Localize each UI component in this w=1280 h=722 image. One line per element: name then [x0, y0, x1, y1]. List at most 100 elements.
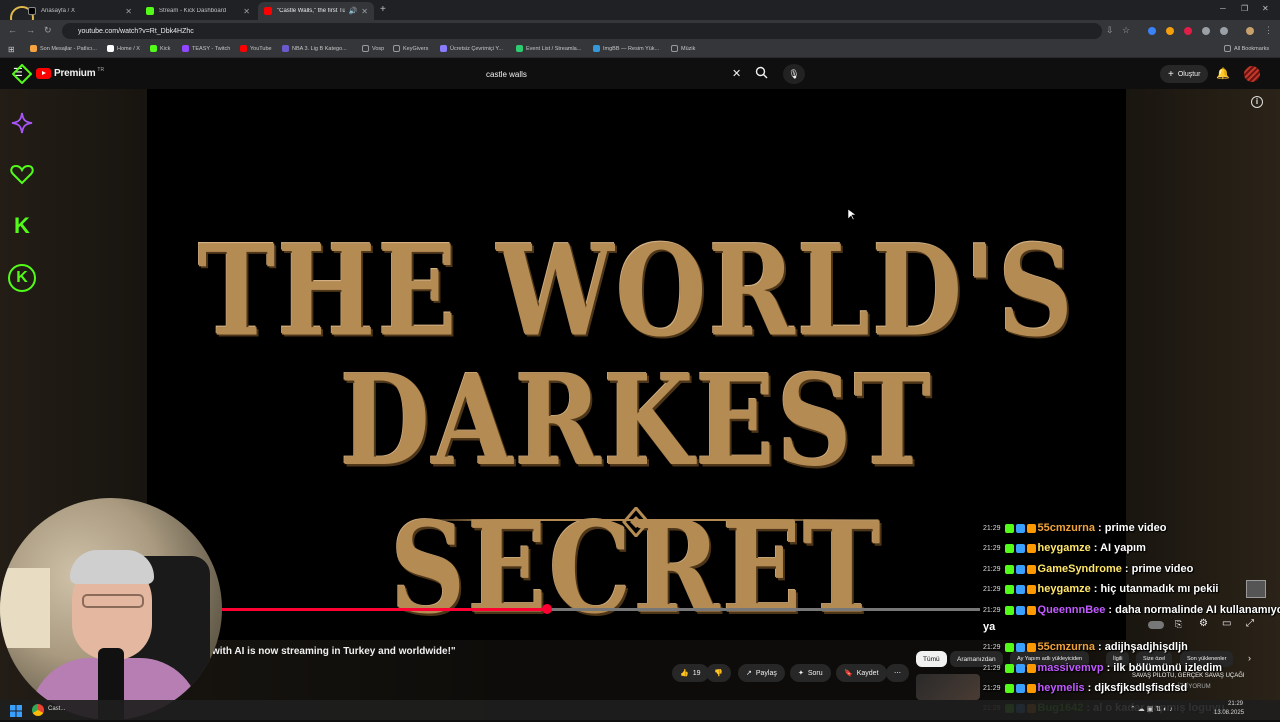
chat-username[interactable]: heygamze: [1038, 583, 1091, 595]
bookmark-item[interactable]: Son Mesajlar - Patlıcı...: [30, 45, 97, 52]
windows-start-icon[interactable]: [10, 704, 22, 717]
extension-icon[interactable]: [1202, 27, 1210, 35]
bookmark-label: All Bookmarks: [1234, 45, 1270, 52]
chrome-taskbar-icon[interactable]: [32, 704, 44, 716]
chat-badge-icon: [1015, 605, 1025, 615]
bookmark-favicon-icon: [30, 45, 37, 52]
video-progress-bar[interactable]: [220, 604, 980, 614]
voice-search-icon[interactable]: 🎙: [783, 64, 805, 84]
clear-search-icon[interactable]: ✕: [732, 67, 741, 80]
chip-all[interactable]: Tümü: [916, 651, 947, 667]
bookmark-label: KeyGivers: [403, 45, 429, 52]
like-button[interactable]: 👍 19: [672, 664, 709, 682]
save-button[interactable]: 🔖 Kaydet: [836, 664, 887, 682]
address-bar[interactable]: youtube.com/watch?v=Rt_Dbk4HZhc: [62, 23, 1102, 39]
forward-icon[interactable]: →: [26, 25, 35, 35]
info-icon[interactable]: i: [1251, 96, 1263, 108]
restore-icon[interactable]: ❐: [1241, 4, 1248, 13]
bookmark-item[interactable]: Müzik: [671, 45, 695, 52]
chrome-taskbar-label[interactable]: Cast...: [48, 706, 65, 712]
mouse-cursor-icon: [847, 208, 857, 226]
close-tab-icon[interactable]: ✕: [243, 7, 250, 16]
youtube-play-icon: [36, 68, 51, 79]
chat-username[interactable]: heymelis: [1038, 682, 1085, 694]
tab-kick-dashboard[interactable]: Stream - Kick Dashboard ✕: [140, 2, 256, 20]
bookmark-item[interactable]: YouTube: [240, 45, 272, 52]
chat-username[interactable]: GameSyndrome: [1038, 563, 1122, 575]
more-actions-button[interactable]: ⋯: [886, 664, 909, 682]
chat-username[interactable]: 55cmzurna: [1038, 641, 1095, 653]
all-bookmarks-button[interactable]: All Bookmarks: [1224, 45, 1269, 52]
chat-username[interactable]: QueennnBee: [1038, 604, 1106, 616]
kick-circle-icon[interactable]: K: [8, 264, 36, 292]
speaker-icon[interactable]: 🔊: [349, 7, 358, 15]
bookmark-star-icon[interactable]: ☆: [1122, 25, 1130, 36]
close-tab-icon[interactable]: ✕: [125, 7, 132, 16]
chat-timestamp: 21:29: [983, 585, 1001, 593]
search-icon[interactable]: [755, 66, 768, 84]
ask-button[interactable]: ✦ Soru: [790, 664, 831, 682]
bookmark-item[interactable]: ImgBB — Resim Yük...: [593, 45, 659, 52]
new-tab-button[interactable]: +: [380, 4, 386, 15]
extension-icon[interactable]: [1220, 27, 1228, 35]
chat-username[interactable]: massivemvp: [1038, 662, 1104, 674]
bookmark-favicon-icon: [440, 45, 447, 52]
back-icon[interactable]: ←: [8, 25, 17, 35]
tray-icons[interactable]: ⌃ ☁ ▣ ⇅ ◐ ♪: [1130, 705, 1173, 713]
install-app-icon[interactable]: ⇩: [1106, 25, 1114, 36]
chat-message: 21:29 55cmzurna: adijhşadjhişdljh: [983, 641, 1280, 653]
dislike-button[interactable]: 👎: [706, 664, 731, 682]
chat-message: 21:29 heymelis: djksfjksdlşfisdfsd: [983, 682, 1280, 694]
tab-x-home[interactable]: Anasayfa / X ✕: [22, 2, 138, 20]
clock-date[interactable]: 13.08.2025: [1214, 710, 1244, 716]
logo-region: TR: [97, 66, 105, 73]
share-button[interactable]: ↗ Paylaş: [738, 664, 785, 682]
close-tab-icon[interactable]: ✕: [361, 7, 368, 16]
video-title: with AI is now streaming in Turkey and w…: [212, 646, 456, 657]
avatar[interactable]: [1244, 66, 1260, 82]
chat-text: : prime video: [1098, 522, 1167, 534]
clock-time[interactable]: 21:29: [1228, 701, 1243, 707]
folder-icon: [393, 45, 400, 52]
bookmark-item[interactable]: KeyGivers: [393, 45, 428, 52]
tab-youtube-video[interactable]: "Castle Walls," the first Turki 🔊 ✕: [258, 2, 374, 20]
youtube-logo[interactable]: Premium TR: [36, 66, 105, 79]
chat-username[interactable]: 55cmzurna: [1038, 522, 1095, 534]
video-progress-handle[interactable]: [541, 604, 552, 614]
kick-k-icon[interactable]: K: [8, 212, 36, 240]
extension-icon[interactable]: [1184, 27, 1192, 35]
bookmark-icon: 🔖: [844, 670, 853, 677]
menu-kebab-icon[interactable]: ⋮: [1264, 25, 1273, 36]
notifications-bell-icon[interactable]: 🔔: [1216, 67, 1230, 80]
minimize-icon[interactable]: ─: [1220, 4, 1226, 13]
bookmark-label: YouTube: [250, 45, 272, 52]
extension-icon[interactable]: [1148, 27, 1156, 35]
bookmark-item[interactable]: Kick: [150, 45, 170, 52]
bookmark-favicon-icon: [282, 45, 289, 52]
share-label: Paylaş: [755, 669, 777, 677]
bookmark-item[interactable]: Vosp: [362, 45, 384, 52]
bookmark-item[interactable]: Event List / Streamla...: [516, 45, 581, 52]
extension-icon[interactable]: [1166, 27, 1174, 35]
heart-icon[interactable]: [10, 163, 34, 190]
bookmark-item[interactable]: TEASY - Twitch: [182, 45, 230, 52]
bookmark-item[interactable]: Ücretsiz Çevrimiçi Y...: [440, 45, 503, 52]
apps-grid-icon[interactable]: ⊞: [8, 45, 15, 54]
reload-icon[interactable]: ↻: [44, 25, 52, 36]
kick-diamond-icon[interactable]: [11, 63, 33, 89]
folder-icon: [671, 45, 678, 52]
recommended-thumbnail[interactable]: [916, 674, 980, 700]
avatar[interactable]: [1246, 27, 1254, 35]
chat-message: 21:29 QueennnBee: daha normalinde AI kull…: [983, 604, 1280, 616]
chat-badge-icon: [1004, 543, 1014, 553]
create-button[interactable]: + Oluştur: [1160, 65, 1209, 83]
sparkle-icon[interactable]: [10, 111, 34, 140]
bookmark-item[interactable]: Home / X: [107, 45, 140, 52]
bookmark-item[interactable]: NBA 3. Lig B Katego...: [282, 45, 347, 52]
search-input[interactable]: castle walls: [478, 66, 748, 82]
chat-badge-icon: [1026, 605, 1036, 615]
chat-badge-icon: [1015, 642, 1025, 652]
chat-message: ya: [983, 621, 1280, 633]
chat-username[interactable]: heygamze: [1038, 542, 1091, 554]
close-window-icon[interactable]: ✕: [1262, 4, 1269, 13]
